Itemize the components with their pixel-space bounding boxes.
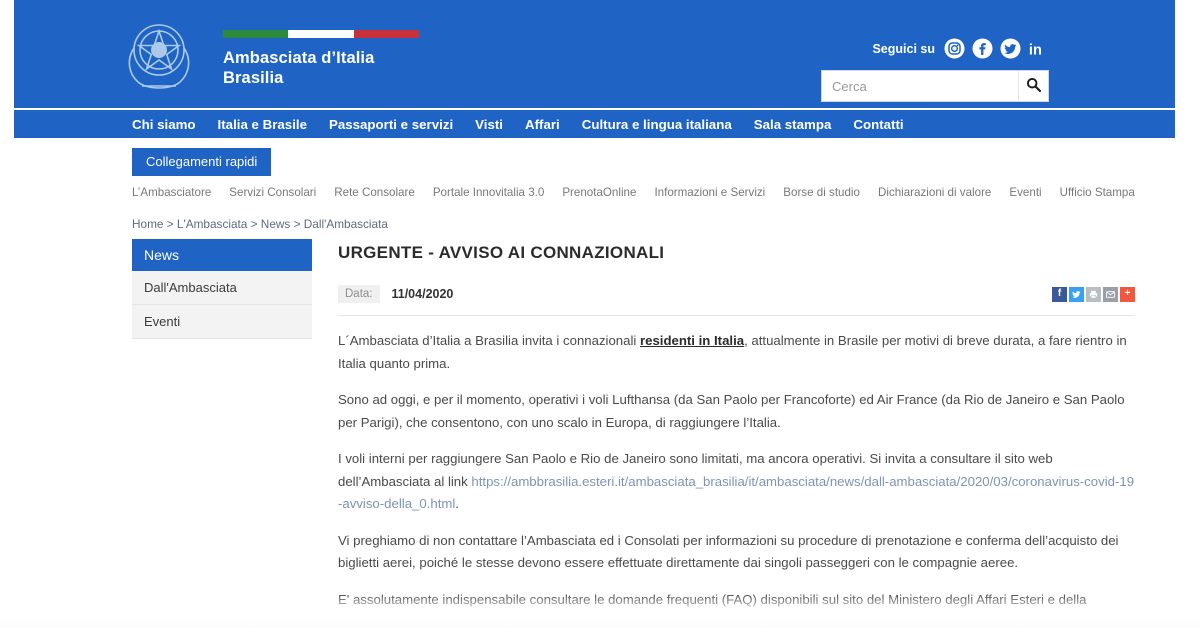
breadcrumb: Home > L'Ambasciata > News > Dall'Ambasc… bbox=[14, 205, 1175, 239]
twitter-icon[interactable] bbox=[1000, 38, 1021, 59]
site-brand: Ambasciata d’Italia Brasilia bbox=[223, 48, 374, 88]
date-label: Data: bbox=[338, 285, 380, 303]
sidebar-item-dall-ambasciata[interactable]: Dall'Ambasciata bbox=[132, 271, 312, 305]
article-paragraph: Sono ad oggi, e per il momento, operativ… bbox=[338, 389, 1135, 434]
content-area: News Dall'Ambasciata Eventi URGENTE - AV… bbox=[14, 239, 1175, 628]
search-input[interactable] bbox=[822, 71, 1018, 101]
flag-green bbox=[223, 30, 289, 38]
share-facebook-icon[interactable]: f bbox=[1052, 286, 1067, 302]
share-more-icon[interactable]: + bbox=[1120, 286, 1135, 302]
article-paragraph: Vi preghiamo di non contattare l’Ambasci… bbox=[338, 530, 1135, 575]
quick-link-borse-di-studio[interactable]: Borse di studio bbox=[783, 186, 860, 199]
brand-line-1: Ambasciata d’Italia bbox=[223, 49, 375, 67]
quick-links-section: Collegamenti rapidi L’Ambasciatore Servi… bbox=[14, 138, 1175, 205]
search-icon bbox=[1026, 77, 1042, 95]
paragraph-bold-text: residenti in Italia bbox=[640, 333, 745, 348]
article-meta-row: Data: 11/04/2020 f + bbox=[338, 285, 1135, 316]
nav-item-chi-siamo[interactable]: Chi siamo bbox=[132, 117, 196, 132]
flag-red bbox=[353, 30, 419, 38]
search-box[interactable] bbox=[821, 70, 1049, 102]
sidebar-header-news: News bbox=[132, 239, 312, 271]
italy-emblem-icon bbox=[120, 14, 198, 100]
brand-line-2: Brasilia bbox=[223, 69, 284, 87]
nav-item-visti[interactable]: Visti bbox=[475, 117, 503, 132]
nav-item-affari[interactable]: Affari bbox=[525, 117, 560, 132]
paragraph-text: Sono ad oggi, e per il momento, operativ… bbox=[338, 392, 1125, 430]
site-header: Ambasciata d’Italia Brasilia Seguici su … bbox=[14, 0, 1175, 108]
article-paragraph: L´Ambasciata d’Italia a Brasilia invita … bbox=[338, 330, 1135, 375]
quick-link-ambasciatore[interactable]: L’Ambasciatore bbox=[132, 186, 211, 199]
sidebar: News Dall'Ambasciata Eventi bbox=[132, 239, 312, 628]
nav-item-cultura-e-lingua-italiana[interactable]: Cultura e lingua italiana bbox=[582, 117, 732, 132]
breadcrumb-text[interactable]: Home > L'Ambasciata > News > Dall'Ambasc… bbox=[132, 217, 388, 231]
paragraph-text: E' assolutamente indispensabile consulta… bbox=[338, 591, 1114, 628]
quick-link-prenotaonline[interactable]: PrenotaOnline bbox=[562, 186, 636, 199]
quick-link-ufficio-stampa[interactable]: Ufficio Stampa bbox=[1060, 186, 1135, 199]
paragraph-text: . bbox=[455, 496, 459, 511]
share-twitter-icon[interactable] bbox=[1069, 286, 1084, 302]
instagram-icon[interactable] bbox=[944, 38, 965, 59]
italian-flag-bar bbox=[223, 30, 419, 38]
nav-item-italia-e-brasile[interactable]: Italia e Brasile bbox=[218, 117, 307, 132]
quick-links-button[interactable]: Collegamenti rapidi bbox=[132, 148, 272, 176]
nav-item-passaporti-e-servizi[interactable]: Passaporti e servizi bbox=[329, 117, 453, 132]
quick-link-portale-innovitalia[interactable]: Portale Innovitalia 3.0 bbox=[433, 186, 545, 199]
date-value: 11/04/2020 bbox=[391, 287, 454, 301]
quick-link-dichiarazioni-di-valore[interactable]: Dichiarazioni di valore bbox=[878, 186, 991, 199]
nav-item-sala-stampa[interactable]: Sala stampa bbox=[754, 117, 832, 132]
article: URGENTE - AVVISO AI CONNAZIONALI Data: 1… bbox=[338, 239, 1135, 628]
svg-text:in: in bbox=[1029, 42, 1042, 58]
linkedin-icon[interactable]: in bbox=[1028, 38, 1049, 59]
follow-us-group: Seguici su in bbox=[872, 38, 1049, 59]
page-title: URGENTE - AVVISO AI CONNAZIONALI bbox=[338, 243, 665, 262]
page-frame: Ambasciata d’Italia Brasilia Seguici su … bbox=[14, 0, 1175, 628]
share-email-icon[interactable] bbox=[1103, 286, 1118, 302]
quick-link-informazioni-e-servizi[interactable]: Informazioni e Servizi bbox=[654, 186, 765, 199]
article-paragraph: E' assolutamente indispensabile consulta… bbox=[338, 589, 1135, 628]
nav-item-contatti[interactable]: Contatti bbox=[853, 117, 903, 132]
share-buttons: f + bbox=[1052, 286, 1135, 302]
quick-link-rete-consolare[interactable]: Rete Consolare bbox=[334, 186, 415, 199]
search-button[interactable] bbox=[1018, 71, 1048, 101]
quick-links-row: L’Ambasciatore Servizi Consolari Rete Co… bbox=[132, 186, 1175, 199]
share-print-icon[interactable] bbox=[1086, 286, 1101, 302]
sidebar-item-eventi[interactable]: Eventi bbox=[132, 305, 312, 339]
facebook-icon[interactable] bbox=[972, 38, 993, 59]
follow-us-label: Seguici su bbox=[872, 41, 935, 56]
paragraph-text: L´Ambasciata d’Italia a Brasilia invita … bbox=[338, 333, 640, 348]
article-paragraph: I voli interni per raggiungere San Paolo… bbox=[338, 448, 1135, 516]
article-body: L´Ambasciata d’Italia a Brasilia invita … bbox=[338, 316, 1135, 628]
paragraph-text: Vi preghiamo di non contattare l’Ambasci… bbox=[338, 532, 1119, 571]
flag-white bbox=[288, 30, 354, 38]
quick-link-servizi-consolari[interactable]: Servizi Consolari bbox=[229, 186, 316, 199]
main-navigation: Chi siamo Italia e Brasile Passaporti e … bbox=[14, 108, 1175, 138]
quick-link-eventi[interactable]: Eventi bbox=[1009, 186, 1041, 199]
